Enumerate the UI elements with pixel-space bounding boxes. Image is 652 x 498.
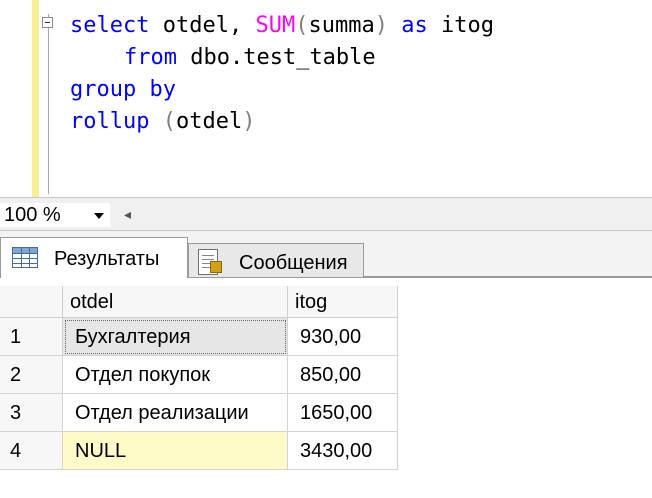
zoom-bar: 100 % ◂	[0, 197, 652, 231]
code-line-1: select otdel, SUM(summa) as itog	[70, 13, 494, 38]
change-margin	[32, 0, 39, 197]
code-line-3: group by	[70, 77, 176, 102]
cell-itog[interactable]: 930,00	[288, 318, 398, 356]
row-number[interactable]: 2	[0, 356, 63, 394]
results-grid[interactable]: otdel itog 1 Бухгалтерия 930,00 2 Отдел …	[0, 278, 652, 498]
outline-line	[48, 14, 49, 194]
cell-itog[interactable]: 1650,00	[288, 394, 398, 432]
cell-otdel[interactable]: Отдел реализации	[63, 394, 288, 432]
column-header-otdel[interactable]: otdel	[63, 286, 288, 318]
message-badge-icon	[210, 261, 222, 273]
tab-results-label: Результаты	[54, 248, 160, 270]
cell-otdel[interactable]: Бухгалтерия	[63, 318, 288, 356]
row-number[interactable]: 3	[0, 394, 63, 432]
collapse-icon[interactable]	[42, 17, 53, 28]
tab-messages[interactable]: Сообщения	[188, 243, 364, 277]
chevron-down-icon[interactable]	[94, 213, 104, 219]
grid-corner[interactable]	[0, 286, 63, 318]
scroll-left-icon[interactable]: ◂	[124, 207, 131, 223]
grid-icon	[12, 247, 38, 268]
cell-itog[interactable]: 3430,00	[288, 432, 398, 470]
cell-itog[interactable]: 850,00	[288, 356, 398, 394]
tab-results[interactable]: Результаты	[0, 237, 188, 278]
cell-otdel[interactable]: Отдел покупок	[63, 356, 288, 394]
sql-editor[interactable]: select otdel, SUM(summa) as itog from db…	[0, 0, 652, 197]
cell-otdel-null[interactable]: NULL	[63, 432, 288, 470]
row-number[interactable]: 1	[0, 318, 63, 356]
code-line-2: from dbo.test_table	[124, 45, 376, 70]
zoom-select[interactable]: 100 %	[0, 203, 110, 227]
tab-messages-label: Сообщения	[239, 252, 348, 274]
code-line-4: rollup (otdel)	[70, 109, 256, 134]
row-number[interactable]: 4	[0, 432, 63, 470]
zoom-value: 100 %	[4, 204, 61, 226]
column-header-itog[interactable]: itog	[288, 286, 398, 318]
